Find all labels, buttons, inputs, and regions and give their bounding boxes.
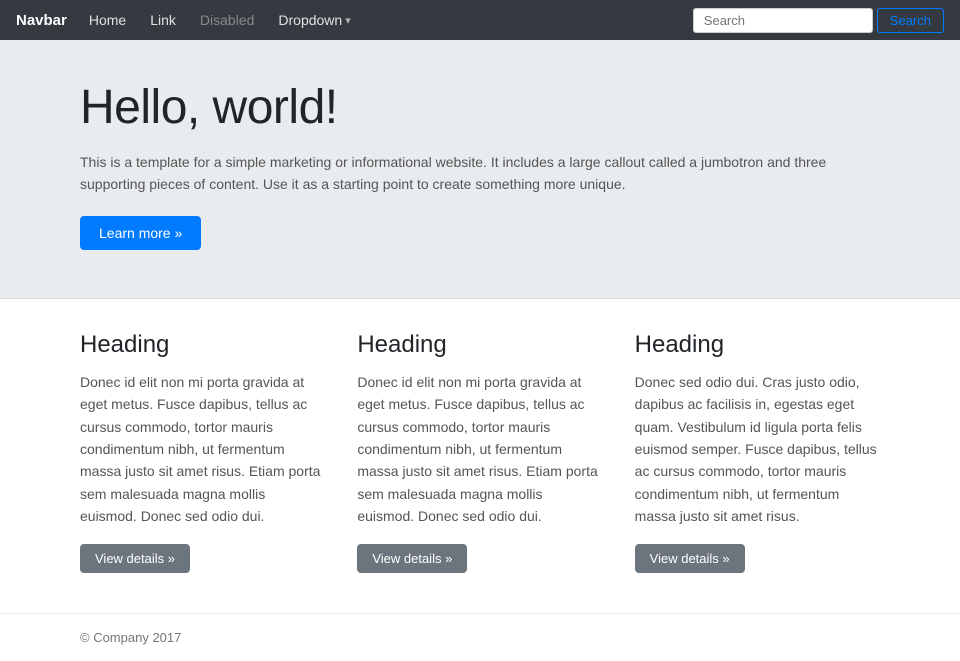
jumbotron-heading: Hello, world! (80, 80, 880, 135)
column-1-body: Donec id elit non mi porta gravida at eg… (80, 371, 325, 528)
navbar-brand[interactable]: Navbar (16, 12, 67, 29)
jumbotron-description: This is a template for a simple marketin… (80, 151, 840, 196)
footer: © Company 2017 (0, 613, 960, 661)
search-button[interactable]: Search (877, 8, 944, 33)
column-2: Heading Donec id elit non mi porta gravi… (357, 331, 602, 573)
nav-link-home[interactable]: Home (79, 0, 136, 40)
column-3-view-details-button[interactable]: View details » (635, 544, 745, 573)
column-3: Heading Donec sed odio dui. Cras justo o… (635, 331, 880, 573)
column-2-view-details-button[interactable]: View details » (357, 544, 467, 573)
main-content: Heading Donec id elit non mi porta gravi… (0, 299, 960, 613)
columns-container: Heading Donec id elit non mi porta gravi… (80, 331, 880, 573)
footer-text: © Company 2017 (80, 630, 880, 645)
column-1-heading: Heading (80, 331, 325, 359)
navbar: Navbar Home Link Disabled Dropdown Searc… (0, 0, 960, 40)
nav-link-disabled: Disabled (190, 0, 264, 40)
column-2-body: Donec id elit non mi porta gravida at eg… (357, 371, 602, 528)
search-input[interactable] (693, 8, 873, 33)
nav-link-dropdown[interactable]: Dropdown (268, 0, 360, 40)
column-3-body: Donec sed odio dui. Cras justo odio, dap… (635, 371, 880, 528)
column-1-view-details-button[interactable]: View details » (80, 544, 190, 573)
jumbotron: Hello, world! This is a template for a s… (0, 40, 960, 299)
column-1: Heading Donec id elit non mi porta gravi… (80, 331, 325, 573)
column-3-heading: Heading (635, 331, 880, 359)
column-2-heading: Heading (357, 331, 602, 359)
learn-more-button[interactable]: Learn more » (80, 216, 201, 250)
nav-link-link[interactable]: Link (140, 0, 186, 40)
navbar-search: Search (693, 8, 944, 33)
